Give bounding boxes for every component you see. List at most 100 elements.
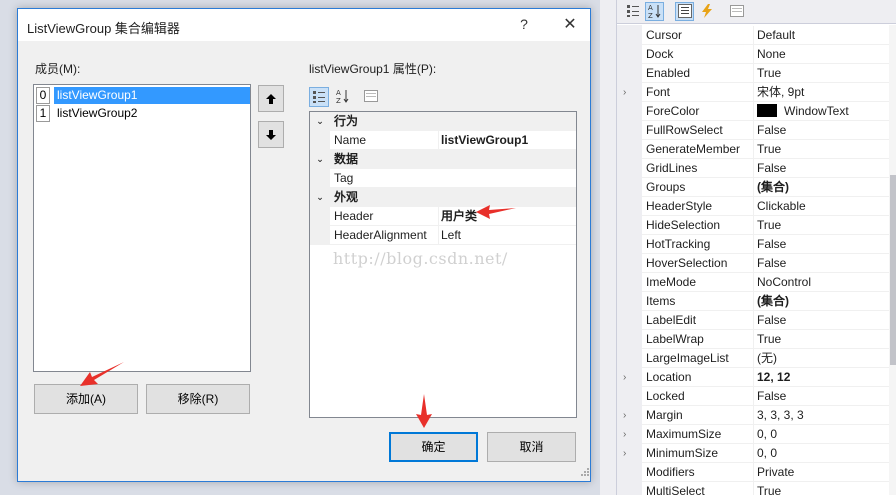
property-value[interactable]: NoControl bbox=[755, 273, 889, 292]
property-value[interactable]: False bbox=[755, 311, 889, 330]
property-row[interactable]: GenerateMember True bbox=[617, 140, 889, 159]
property-row[interactable]: HoverSelection False bbox=[617, 254, 889, 273]
member-item-0[interactable]: 0 listViewGroup1 bbox=[36, 87, 250, 104]
property-value[interactable]: Clickable bbox=[755, 197, 889, 216]
properties-icon bbox=[677, 4, 692, 18]
property-row[interactable]: LargeImageList (无) bbox=[617, 349, 889, 368]
categorized-view-button[interactable] bbox=[623, 2, 642, 21]
property-row[interactable]: MultiSelect True bbox=[617, 482, 889, 495]
property-name[interactable]: Name listViewGroup1 bbox=[310, 131, 576, 150]
property-value[interactable]: Private bbox=[755, 463, 889, 482]
property-row[interactable]: FullRowSelect False bbox=[617, 121, 889, 140]
property-name: LargeImageList bbox=[646, 351, 729, 365]
property-tag[interactable]: Tag bbox=[310, 169, 576, 188]
expand-chevron-icon[interactable]: › bbox=[623, 83, 635, 102]
property-value[interactable]: 3, 3, 3, 3 bbox=[755, 406, 889, 425]
property-row[interactable]: › Font 宋体, 9pt bbox=[617, 83, 889, 102]
cancel-button[interactable]: 取消 bbox=[487, 432, 576, 462]
move-down-button[interactable] bbox=[258, 121, 284, 148]
expand-chevron-icon[interactable]: › bbox=[623, 406, 635, 425]
property-value[interactable]: None bbox=[755, 45, 889, 64]
members-list[interactable]: 0 listViewGroup1 1 listViewGroup2 bbox=[33, 84, 251, 372]
property-row[interactable]: HotTracking False bbox=[617, 235, 889, 254]
property-row[interactable]: Modifiers Private bbox=[617, 463, 889, 482]
property-value[interactable]: True bbox=[755, 330, 889, 349]
category-data[interactable]: ⌄ 数据 bbox=[310, 150, 576, 169]
category-appearance[interactable]: ⌄ 外观 bbox=[310, 188, 576, 207]
property-value[interactable]: 0, 0 bbox=[755, 444, 889, 463]
expand-chevron-icon[interactable]: › bbox=[623, 368, 635, 387]
remove-button[interactable]: 移除(R) bbox=[146, 384, 250, 414]
property-row[interactable]: Locked False bbox=[617, 387, 889, 406]
resize-grip-icon[interactable] bbox=[580, 467, 590, 477]
property-row[interactable]: Enabled True bbox=[617, 64, 889, 83]
scrollbar-thumb[interactable] bbox=[890, 175, 896, 365]
property-value[interactable]: Left bbox=[438, 226, 575, 245]
properties-view-button[interactable] bbox=[675, 2, 694, 21]
property-row[interactable]: › Location 12, 12 bbox=[617, 368, 889, 387]
property-row[interactable]: Dock None bbox=[617, 45, 889, 64]
annotation-arrow-icon bbox=[416, 394, 432, 428]
property-name: Items bbox=[646, 294, 676, 308]
collection-editor-dialog: ListViewGroup 集合编辑器 ? ✕ 成员(M): listViewG… bbox=[17, 8, 591, 482]
property-value[interactable]: False bbox=[755, 254, 889, 273]
move-up-button[interactable] bbox=[258, 85, 284, 112]
property-name: MultiSelect bbox=[646, 484, 705, 495]
property-row[interactable]: ImeMode NoControl bbox=[617, 273, 889, 292]
property-value[interactable]: (集合) bbox=[755, 178, 889, 197]
property-value[interactable]: 12, 12 bbox=[755, 368, 889, 387]
property-row[interactable]: Cursor Default bbox=[617, 26, 889, 45]
property-row[interactable]: LabelEdit False bbox=[617, 311, 889, 330]
collapse-icon[interactable]: ⌄ bbox=[310, 150, 330, 169]
property-name: Cursor bbox=[646, 28, 683, 42]
property-pages-button[interactable] bbox=[361, 87, 381, 107]
alphabetical-view-button[interactable]: AZ bbox=[333, 87, 353, 107]
property-value[interactable]: False bbox=[755, 159, 889, 178]
events-button[interactable] bbox=[697, 2, 716, 21]
property-value[interactable]: False bbox=[755, 235, 889, 254]
property-name: HotTracking bbox=[646, 237, 711, 251]
property-row[interactable]: HideSelection True bbox=[617, 216, 889, 235]
property-value[interactable]: 0, 0 bbox=[755, 425, 889, 444]
property-value[interactable]: (集合) bbox=[755, 292, 889, 311]
property-value[interactable]: True bbox=[755, 140, 889, 159]
property-value[interactable]: listViewGroup1 bbox=[438, 131, 575, 150]
sort-az-icon: AZ bbox=[336, 89, 349, 105]
property-value[interactable]: 宋体, 9pt bbox=[755, 83, 889, 102]
arrow-down-icon bbox=[266, 130, 276, 140]
property-value[interactable]: WindowText bbox=[755, 102, 889, 121]
ok-button[interactable]: 确定 bbox=[389, 432, 478, 462]
property-row[interactable]: › MinimumSize 0, 0 bbox=[617, 444, 889, 463]
members-label: 成员(M): bbox=[35, 62, 81, 76]
property-header[interactable]: Header 用户类 bbox=[310, 207, 576, 226]
collapse-icon[interactable]: ⌄ bbox=[310, 112, 330, 131]
vertical-scrollbar[interactable] bbox=[889, 25, 896, 495]
dialog-titlebar[interactable]: ListViewGroup 集合编辑器 ? ✕ bbox=[18, 9, 590, 41]
close-button[interactable]: ✕ bbox=[558, 14, 582, 36]
expand-chevron-icon[interactable]: › bbox=[623, 444, 635, 463]
property-value[interactable]: False bbox=[755, 387, 889, 406]
property-row[interactable]: ForeColor WindowText bbox=[617, 102, 889, 121]
property-row[interactable]: HeaderStyle Clickable bbox=[617, 197, 889, 216]
member-item-1[interactable]: 1 listViewGroup2 bbox=[36, 105, 248, 122]
property-value[interactable]: True bbox=[755, 64, 889, 83]
alphabetical-view-button[interactable]: AZ bbox=[645, 2, 664, 21]
property-row[interactable]: Items (集合) bbox=[617, 292, 889, 311]
property-row[interactable]: LabelWrap True bbox=[617, 330, 889, 349]
property-row[interactable]: › MaximumSize 0, 0 bbox=[617, 425, 889, 444]
property-value[interactable]: Default bbox=[755, 26, 889, 45]
property-value[interactable]: False bbox=[755, 121, 889, 140]
property-pages-button[interactable] bbox=[727, 2, 746, 21]
help-button[interactable]: ? bbox=[511, 16, 537, 36]
property-row[interactable]: GridLines False bbox=[617, 159, 889, 178]
property-value[interactable]: (无) bbox=[755, 349, 889, 368]
property-row[interactable]: Groups (集合) bbox=[617, 178, 889, 197]
collapse-icon[interactable]: ⌄ bbox=[310, 188, 330, 207]
property-header-alignment[interactable]: HeaderAlignment Left bbox=[310, 226, 576, 245]
expand-chevron-icon[interactable]: › bbox=[623, 425, 635, 444]
property-value[interactable]: True bbox=[755, 482, 889, 495]
property-row[interactable]: › Margin 3, 3, 3, 3 bbox=[617, 406, 889, 425]
category-behavior[interactable]: ⌄ 行为 bbox=[310, 112, 576, 131]
categorized-view-button[interactable] bbox=[309, 87, 329, 107]
property-value[interactable]: True bbox=[755, 216, 889, 235]
